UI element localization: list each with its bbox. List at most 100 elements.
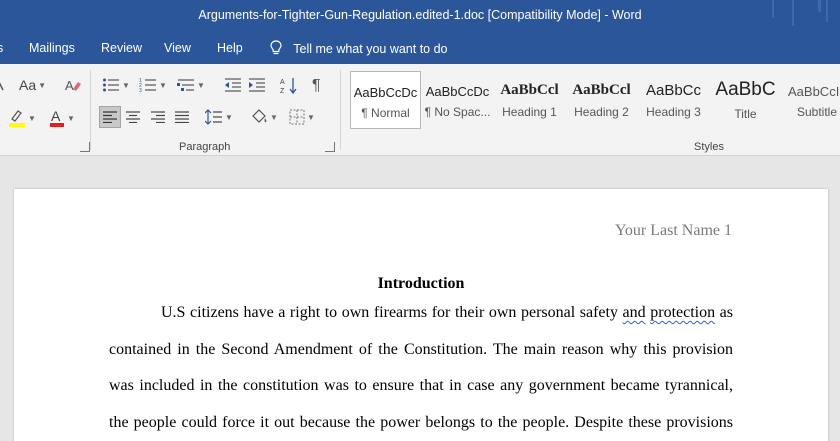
paragraph-line: contained in the Second Amendment of the…: [109, 341, 733, 358]
sort-button[interactable]: A Z: [280, 76, 298, 94]
tell-me-text: Tell me what you want to do: [293, 42, 448, 56]
style-name: ¶ No Spac...: [424, 105, 491, 119]
svg-text:Z: Z: [280, 88, 285, 94]
document-area: Your Last Name 1 Introduction U.S citize…: [0, 157, 840, 441]
style-name: Heading 3: [646, 105, 701, 119]
style-no-spacing[interactable]: AaBbCcDc ¶ No Spac...: [422, 71, 493, 129]
paint-bucket-icon: [252, 109, 267, 123]
page-header: Your Last Name 1: [614, 222, 732, 239]
increase-indent-icon: [249, 78, 265, 92]
multilevel-list-icon: [177, 79, 194, 91]
text-run: as: [715, 304, 734, 321]
change-case-button[interactable]: Aa ▼: [19, 77, 46, 93]
section-heading: Introduction: [377, 275, 465, 292]
justify-button[interactable]: [175, 111, 189, 123]
grammar-flag-word: and: [622, 304, 646, 321]
title-bar-decoration: [772, 0, 828, 26]
sort-icon: A Z: [280, 78, 297, 94]
tab-layout-partial[interactable]: s: [0, 41, 3, 55]
style-title[interactable]: AaBbC Title: [710, 71, 781, 129]
decrease-indent-button[interactable]: [224, 77, 242, 93]
ribbon: Aa ▼ A ▼ A ▼ ▼ 1 2 3 ▼ ▼ A Z ¶ ▼ ▼ ▼ Par…: [0, 64, 840, 156]
align-center-button[interactable]: [126, 111, 140, 123]
lightbulb-icon: [270, 40, 282, 55]
font-dialog-launcher[interactable]: [80, 142, 90, 152]
pilcrow-icon: ¶: [312, 77, 321, 94]
chevron-down-icon: ▼: [225, 112, 233, 122]
decrease-indent-icon: [225, 78, 241, 92]
style-heading-2[interactable]: AaBbCcl Heading 2: [566, 71, 637, 129]
numbered-list-icon: 1 2 3: [139, 78, 156, 93]
window-title: Arguments-for-Tighter-Gun-Regulation.edi…: [198, 8, 642, 22]
align-left-icon: [103, 111, 117, 123]
grammar-flag-word: protection: [650, 304, 716, 321]
title-bar: Arguments-for-Tighter-Gun-Regulation.edi…: [0, 0, 840, 32]
style-normal[interactable]: AaBbCcDc ¶ Normal: [350, 71, 421, 129]
style-sample: AaBbCcDc: [425, 84, 490, 99]
style-sample: AaBbCc: [645, 82, 702, 99]
chevron-down-icon: ▼: [159, 80, 167, 90]
paragraph-line: the people could force it out because th…: [109, 414, 733, 431]
increase-indent-button[interactable]: [248, 77, 266, 93]
style-subtitle[interactable]: AaBbCcI Subtitle: [782, 71, 840, 129]
numbering-button[interactable]: 1 2 3 ▼: [139, 77, 167, 93]
paragraph-group-label: Paragraph: [179, 141, 231, 153]
chevron-down-icon: ▼: [197, 80, 205, 90]
align-right-icon: [151, 111, 165, 123]
style-name: Subtitle: [797, 105, 838, 119]
borders-button[interactable]: ▼: [289, 109, 315, 125]
font-size-decrease-partial[interactable]: [0, 78, 4, 92]
font-color-icon: A: [50, 108, 64, 127]
tab-view[interactable]: View: [164, 41, 191, 55]
style-name: Title: [734, 107, 757, 121]
multilevel-list-button[interactable]: ▼: [177, 77, 205, 93]
style-sample: AaBbCcI: [788, 84, 840, 99]
text-run: U.S citizens have a right to own firearm…: [161, 304, 623, 321]
style-sample: AaBbC: [715, 79, 776, 100]
style-name: Heading 2: [574, 105, 629, 119]
font-shrink-icon: [0, 82, 4, 91]
clear-formatting-button[interactable]: A: [64, 76, 82, 94]
change-case-label: Aa: [19, 77, 37, 93]
eraser-icon: A: [65, 78, 81, 93]
svg-text:A: A: [280, 79, 285, 86]
chevron-down-icon: ▼: [307, 112, 315, 122]
tell-me-box[interactable]: Tell me what you want to do: [270, 40, 448, 56]
style-name: Heading 1: [502, 105, 557, 119]
svg-text:3: 3: [139, 88, 142, 93]
group-separator: [340, 70, 341, 150]
line-spacing-icon: [205, 109, 222, 125]
style-heading-3[interactable]: AaBbCc Heading 3: [638, 71, 709, 129]
bullet-list-icon: [103, 78, 119, 92]
justify-icon: [175, 111, 189, 123]
highlighter-icon: [9, 110, 25, 127]
chevron-down-icon: ▼: [270, 112, 278, 122]
tab-review[interactable]: Review: [101, 41, 142, 55]
svg-text:A: A: [51, 108, 61, 124]
highlight-color-button[interactable]: ▼: [8, 108, 36, 128]
paragraph-line: U.S citizens have a right to own firearm…: [161, 304, 733, 322]
chevron-down-icon: ▼: [67, 113, 75, 123]
style-sample: AaBbCcl: [500, 82, 559, 98]
shading-button[interactable]: ▼: [250, 108, 278, 126]
align-right-button[interactable]: [151, 111, 165, 123]
style-sample: AaBbCcl: [572, 82, 631, 98]
align-left-button[interactable]: [99, 106, 121, 128]
tab-help[interactable]: Help: [217, 41, 243, 55]
chevron-down-icon: ▼: [122, 80, 130, 90]
chevron-down-icon: ▼: [38, 80, 47, 90]
paragraph-dialog-launcher[interactable]: [325, 142, 335, 152]
bullets-button[interactable]: ▼: [102, 77, 130, 93]
styles-group-label: Styles: [694, 141, 724, 153]
line-spacing-button[interactable]: ▼: [205, 109, 233, 125]
font-color-button[interactable]: A ▼: [49, 108, 75, 128]
ribbon-tabs: s Mailings Review View Help Tell me what…: [0, 32, 840, 64]
tab-mailings[interactable]: Mailings: [29, 41, 75, 55]
paragraph-line: was included in the constitution was to …: [109, 377, 733, 394]
document-page[interactable]: Your Last Name 1 Introduction U.S citize…: [14, 189, 828, 441]
style-heading-1[interactable]: AaBbCcl Heading 1: [494, 71, 565, 129]
align-center-icon: [126, 111, 140, 123]
svg-text:A: A: [65, 78, 74, 93]
chevron-down-icon: ▼: [28, 113, 36, 123]
show-formatting-marks-button[interactable]: ¶: [312, 77, 321, 95]
